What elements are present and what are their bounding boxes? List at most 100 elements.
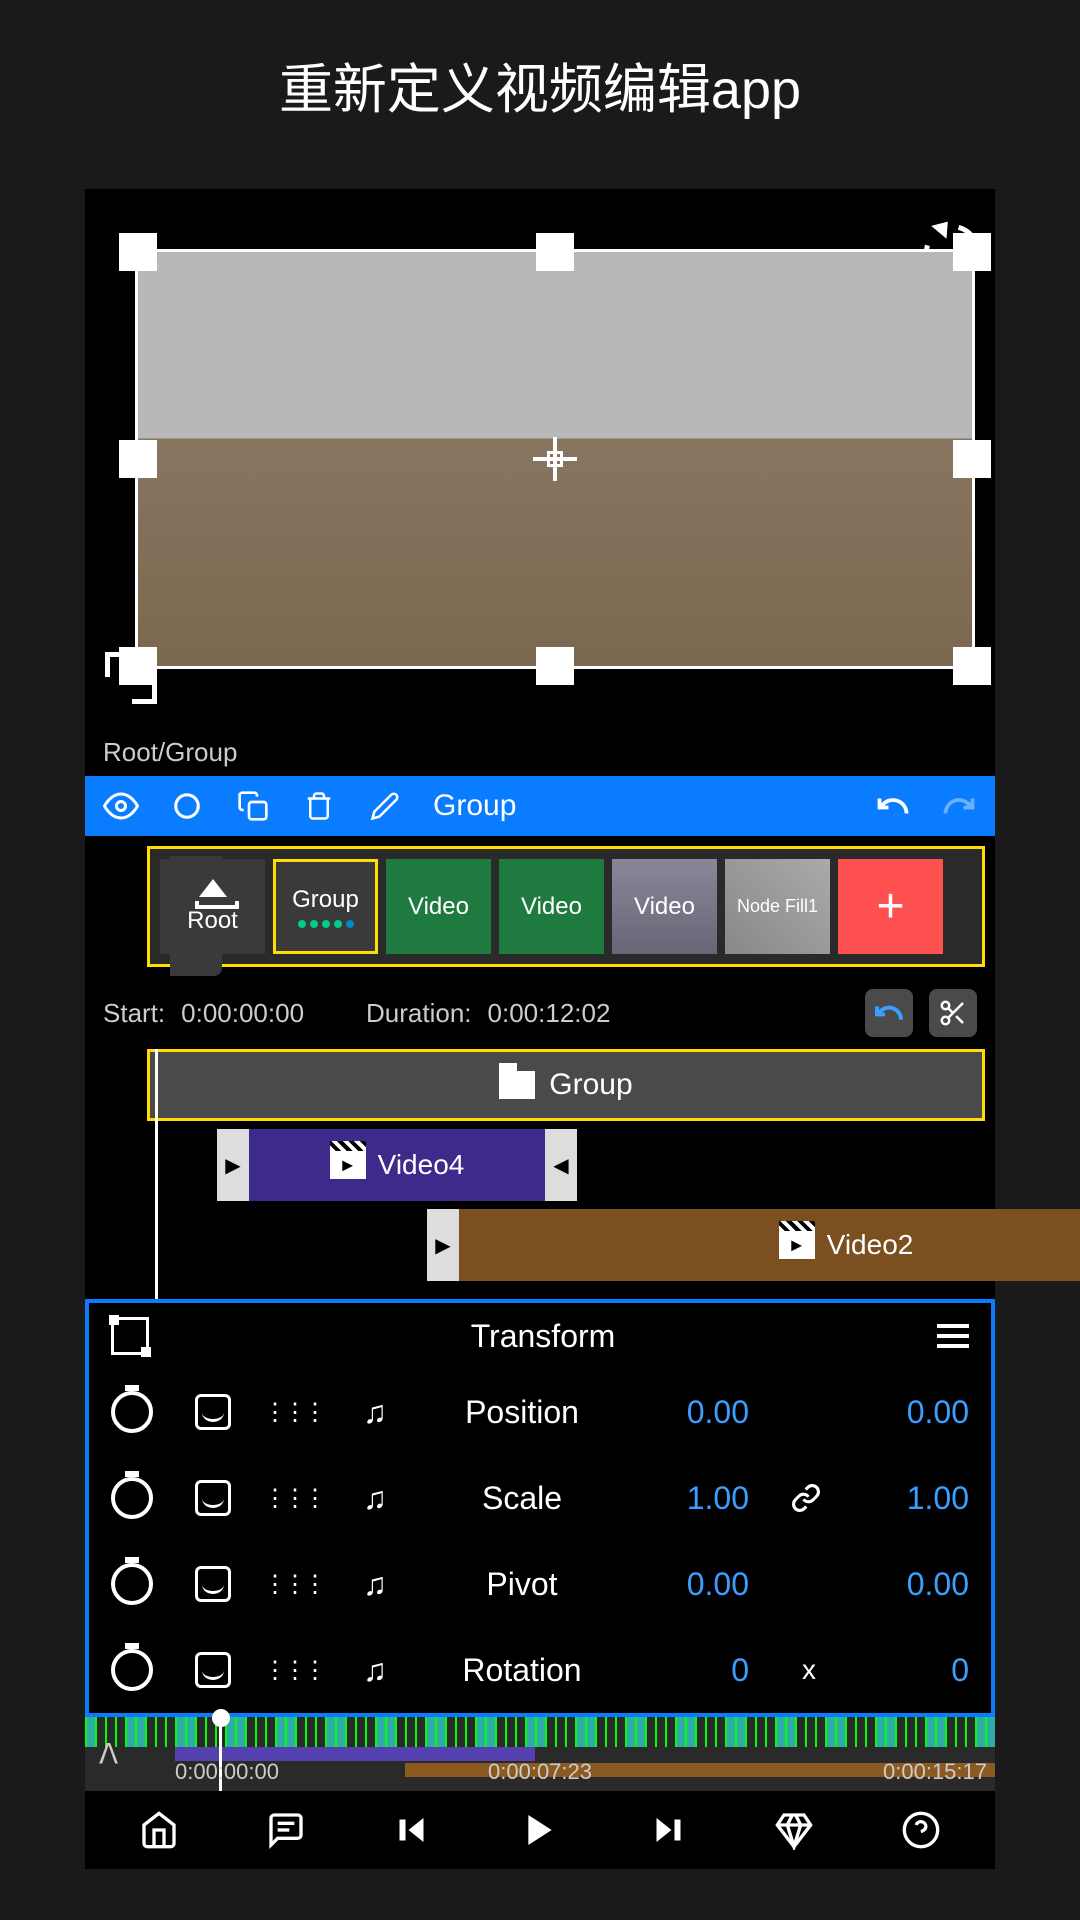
wiggle-icon[interactable] xyxy=(273,1392,313,1432)
curve-icon[interactable] xyxy=(195,1480,231,1516)
undo-icon[interactable] xyxy=(875,788,911,824)
start-label: Start: xyxy=(103,998,165,1029)
node-group[interactable]: Group xyxy=(273,859,378,954)
resize-handle-ml[interactable] xyxy=(119,440,157,478)
home-icon[interactable] xyxy=(135,1806,183,1854)
wiggle-icon[interactable] xyxy=(273,1478,313,1518)
stopwatch-icon[interactable] xyxy=(111,1563,153,1605)
prop-value-y[interactable]: 1.00 xyxy=(869,1480,969,1517)
resize-handle-tr[interactable] xyxy=(953,233,991,271)
node-video-label: Video xyxy=(634,893,695,921)
node-root-label: Root xyxy=(187,907,238,935)
folder-icon xyxy=(499,1071,535,1099)
resize-handle-mr[interactable] xyxy=(953,440,991,478)
pivot-crosshair-icon[interactable] xyxy=(533,437,577,481)
start-value[interactable]: 0:00:00:00 xyxy=(181,998,304,1029)
trim-handle-right[interactable]: ◀ xyxy=(545,1129,577,1201)
track-group[interactable]: Group xyxy=(147,1049,985,1121)
node-video-2[interactable]: Video xyxy=(499,859,604,954)
stopwatch-icon[interactable] xyxy=(111,1477,153,1519)
resize-handle-bm[interactable] xyxy=(536,647,574,685)
music-icon[interactable] xyxy=(355,1564,395,1604)
toolbar: Group xyxy=(85,776,995,836)
node-fill[interactable]: Node Fill1 xyxy=(725,859,830,954)
selection-frame[interactable] xyxy=(135,249,975,669)
timeline-tracks: Group ▶ Video4 ◀ ▶ Video2 ◀ xyxy=(85,1049,995,1299)
prop-value-y[interactable]: 0 xyxy=(869,1652,969,1689)
resize-handle-br[interactable] xyxy=(953,647,991,685)
step-forward-icon[interactable] xyxy=(643,1806,691,1854)
trim-handle-left[interactable]: ▶ xyxy=(217,1129,249,1201)
node-strip: Root Group Video Video Video Node Fill1 … xyxy=(147,846,985,967)
comment-icon[interactable] xyxy=(262,1806,310,1854)
curve-icon[interactable] xyxy=(195,1652,231,1688)
prop-value-y[interactable]: 0.00 xyxy=(869,1566,969,1603)
prop-value-x[interactable]: 0.00 xyxy=(649,1394,749,1431)
curve-icon[interactable] xyxy=(195,1566,231,1602)
track-video4-label: Video4 xyxy=(330,1149,465,1181)
prop-name: Scale xyxy=(437,1480,607,1517)
copy-icon[interactable] xyxy=(235,788,271,824)
add-node-button[interactable]: + xyxy=(838,859,943,954)
duration-label: Duration: xyxy=(366,998,472,1029)
page-title: 重新定义视频编辑app xyxy=(0,0,1080,169)
step-back-icon[interactable] xyxy=(389,1806,437,1854)
hamburger-icon[interactable] xyxy=(937,1324,969,1348)
upload-icon xyxy=(199,879,227,897)
prop-value-x[interactable]: 1.00 xyxy=(649,1480,749,1517)
visibility-icon[interactable] xyxy=(103,788,139,824)
fullscreen-icon[interactable] xyxy=(105,652,157,704)
circle-icon[interactable] xyxy=(169,788,205,824)
app-screenshot: Root/Group Group › xyxy=(85,189,995,1869)
ruler-time-start: 0:00:00:00 xyxy=(175,1759,279,1785)
stopwatch-icon[interactable] xyxy=(111,1649,153,1691)
music-icon[interactable] xyxy=(355,1650,395,1690)
node-graph-icon[interactable] xyxy=(111,1317,149,1355)
music-icon[interactable] xyxy=(355,1478,395,1518)
track-video4[interactable]: ▶ Video4 ◀ xyxy=(217,1129,577,1201)
node-video-label: Video xyxy=(521,893,582,921)
track-video2[interactable]: ▶ Video2 ◀ xyxy=(427,1209,1080,1281)
wiggle-icon[interactable] xyxy=(273,1650,313,1690)
resize-handle-tm[interactable] xyxy=(536,233,574,271)
curve-icon[interactable] xyxy=(195,1394,231,1430)
wiggle-icon[interactable] xyxy=(273,1564,313,1604)
playhead[interactable] xyxy=(155,1049,158,1299)
transform-header: Transform xyxy=(89,1303,991,1369)
preview-viewport[interactable] xyxy=(85,189,995,729)
prop-name: Rotation xyxy=(437,1652,607,1689)
prop-rotation: Rotation 0 x 0 xyxy=(89,1627,991,1713)
breadcrumb[interactable]: Root/Group xyxy=(85,729,995,776)
edit-icon[interactable] xyxy=(367,788,403,824)
resize-handle-tl[interactable] xyxy=(119,233,157,271)
prop-pivot: Pivot 0.00 0.00 xyxy=(89,1541,991,1627)
node-fill-label: Node Fill1 xyxy=(737,896,818,917)
node-root[interactable]: Root xyxy=(160,859,265,954)
cut-button[interactable] xyxy=(929,989,977,1037)
duration-value[interactable]: 0:00:12:02 xyxy=(488,998,611,1029)
play-icon[interactable] xyxy=(516,1806,564,1854)
track-video2-label: Video2 xyxy=(779,1229,914,1261)
prop-value-x[interactable]: 0.00 xyxy=(649,1566,749,1603)
delete-icon[interactable] xyxy=(301,788,337,824)
music-icon[interactable] xyxy=(355,1392,395,1432)
redo-icon[interactable] xyxy=(941,788,977,824)
node-video-1[interactable]: Video xyxy=(386,859,491,954)
node-video-3[interactable]: Video xyxy=(612,859,717,954)
prop-value-x[interactable]: 0 xyxy=(649,1652,749,1689)
trim-handle-left[interactable]: ▶ xyxy=(427,1209,459,1281)
timeline-ruler[interactable]: ᐱ 0:00:00:00 0:00:07:23 0:00:15:17 xyxy=(85,1717,995,1791)
expand-up-icon[interactable]: ᐱ xyxy=(99,1738,118,1771)
help-icon[interactable] xyxy=(897,1806,945,1854)
node-video-label: Video xyxy=(408,893,469,921)
bottom-bar xyxy=(85,1791,995,1869)
premium-icon[interactable] xyxy=(770,1806,818,1854)
prop-name: Position xyxy=(437,1394,607,1431)
ruler-time-mid: 0:00:07:23 xyxy=(488,1759,592,1785)
stopwatch-icon[interactable] xyxy=(111,1391,153,1433)
prop-value-y[interactable]: 0.00 xyxy=(869,1394,969,1431)
clapper-icon xyxy=(779,1231,815,1259)
reset-time-button[interactable] xyxy=(865,989,913,1037)
link-icon[interactable] xyxy=(791,1483,827,1513)
time-row: Start: 0:00:00:00 Duration: 0:00:12:02 xyxy=(85,977,995,1049)
